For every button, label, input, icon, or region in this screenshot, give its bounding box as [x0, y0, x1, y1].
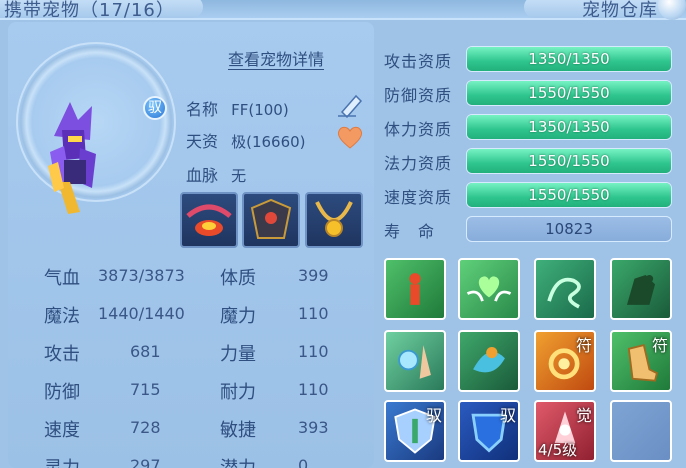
stat-value: 110: [298, 380, 329, 399]
stat-label: 潜力: [220, 454, 256, 468]
aptitude-value: 1550/1550: [528, 152, 610, 170]
aptitude-label: 速度资质: [384, 188, 453, 207]
pet-talent-value: 极(16660): [231, 133, 306, 151]
wind-skill-icon: [547, 277, 581, 309]
swirl-skill-icon: [473, 346, 505, 373]
necklace-ornament-icon: [315, 201, 353, 237]
wing-ornament-icon: [186, 204, 232, 236]
skill-slot[interactable]: [458, 258, 520, 320]
equip-slot-wing[interactable]: [180, 192, 238, 248]
skill-level-label: 4/5级: [538, 441, 578, 459]
aptitude-value: 1550/1550: [528, 186, 610, 204]
aptitude-label: 法力资质: [384, 154, 453, 173]
beast-skill-icon: [626, 274, 656, 305]
stat-label: 力量: [220, 344, 256, 365]
pet-bloodline-row: 血脉 无: [186, 162, 246, 186]
pet-name-label: 名称: [186, 100, 219, 119]
life-value: 10823: [466, 216, 672, 242]
ride-badge: 驭: [143, 96, 167, 120]
skill-slot[interactable]: 符: [610, 330, 672, 392]
aptitude-bar: 1550/1550: [466, 182, 672, 208]
stat-value: 3873/3873: [98, 266, 185, 285]
stat-label: 敏捷: [220, 420, 256, 441]
equip-slot-necklace[interactable]: [305, 192, 363, 248]
aptitude-label: 攻击资质: [384, 52, 453, 71]
stat-value: 110: [298, 304, 329, 323]
pet-talent-row: 天资 极(16660): [186, 128, 306, 152]
stat-value: 399: [298, 266, 329, 285]
stat-label: 防御: [44, 382, 80, 403]
stat-label: 气血: [44, 268, 80, 289]
stat-label: 速度: [44, 420, 80, 441]
skill-tag-badge: 符: [651, 336, 668, 355]
rename-pencil-icon[interactable]: [336, 90, 366, 118]
top-bar: 携带宠物（17/16） 宠物仓库: [0, 0, 686, 21]
aptitude-value: 1550/1550: [528, 84, 610, 102]
skill-slot[interactable]: [458, 330, 520, 392]
aptitude-bar: 1550/1550: [466, 80, 672, 106]
aptitude-value: 1350/1350: [528, 118, 610, 136]
stat-label: 体质: [220, 268, 256, 289]
pet-bloodline-value: 无: [231, 167, 247, 185]
aptitude-value: 1350/1350: [528, 50, 610, 68]
heart-icon[interactable]: [336, 124, 364, 150]
skill-tag-badge: 觉: [575, 406, 592, 425]
life-label: 寿 命: [384, 222, 436, 241]
skill-tag-badge: 驭: [425, 406, 442, 425]
aptitude-label: 体力资质: [384, 120, 453, 139]
stat-value: 681: [130, 342, 161, 361]
stat-value: 393: [298, 418, 329, 437]
armor-ornament-icon: [250, 198, 292, 239]
aptitude-bar: 1550/1550: [466, 148, 672, 174]
skill-tag-badge: 符: [575, 336, 592, 355]
carried-pets-tab[interactable]: 携带宠物（17/16）: [0, 0, 203, 21]
empty-skill-slot[interactable]: [610, 400, 672, 462]
pet-talent-label: 天资: [186, 132, 219, 151]
skill-tag-badge: 驭: [499, 406, 516, 425]
palm-orb-skill-icon: [398, 345, 431, 379]
aptitude-label: 防御资质: [384, 86, 453, 105]
stat-value: 715: [130, 380, 161, 399]
aptitude-bar: 1350/1350: [466, 114, 672, 140]
pet-bloodline-label: 血脉: [186, 166, 219, 185]
stat-value: 1440/1440: [98, 304, 185, 323]
skill-slot[interactable]: [384, 258, 446, 320]
stat-label: 耐力: [220, 382, 256, 403]
skill-slot[interactable]: [534, 258, 596, 320]
equip-slot-armor[interactable]: [242, 192, 300, 248]
aptitude-bar: 1350/1350: [466, 46, 672, 72]
stat-label: 灵力: [44, 454, 80, 468]
view-pet-details-link[interactable]: 查看宠物详情: [228, 46, 324, 70]
stat-label: 魔法: [44, 306, 80, 327]
stat-value: 0: [298, 456, 309, 468]
skill-slot[interactable]: 觉 4/5级: [534, 400, 596, 462]
skill-slot[interactable]: 驭: [458, 400, 520, 462]
figure-skill-icon: [409, 273, 421, 305]
pet-name-value: FF(100): [231, 101, 289, 119]
stat-value: 110: [298, 342, 329, 361]
pet-storage-tab[interactable]: 宠物仓库: [524, 0, 666, 21]
pet-name-row: 名称 FF(100): [186, 96, 289, 120]
pet-avatar-icon[interactable]: [40, 96, 110, 216]
heart-wing-skill-icon: [466, 276, 512, 302]
stat-label: 攻击: [44, 344, 80, 365]
stat-label: 魔力: [220, 306, 256, 327]
skill-slot[interactable]: 符: [534, 330, 596, 392]
skill-slot[interactable]: 驭: [384, 400, 446, 462]
stat-value: 728: [130, 418, 161, 437]
skill-slot[interactable]: [610, 258, 672, 320]
skill-slot[interactable]: [384, 330, 446, 392]
stat-value: 297: [130, 456, 161, 468]
